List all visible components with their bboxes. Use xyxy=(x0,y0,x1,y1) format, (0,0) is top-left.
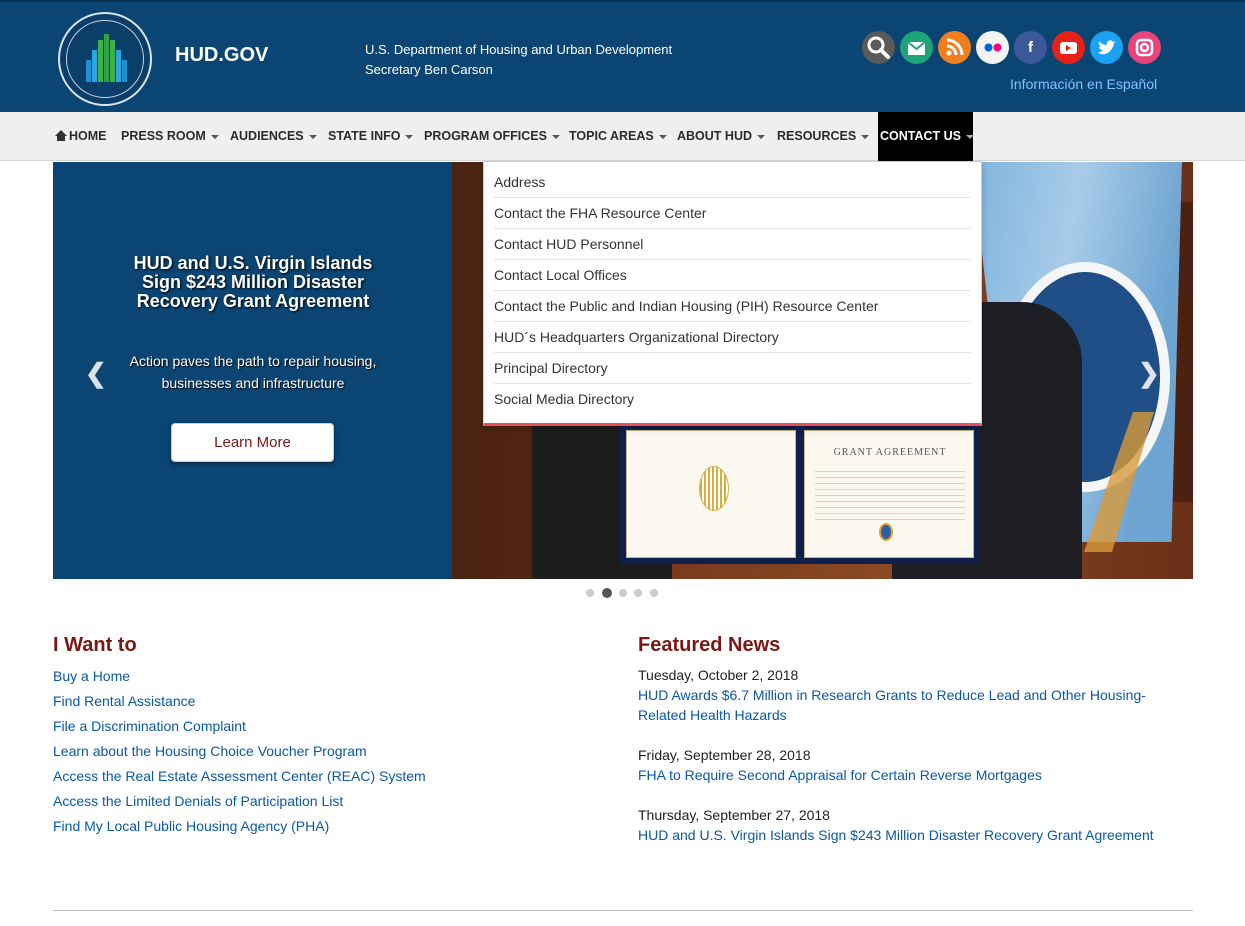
agency-line-1: U.S. Department of Housing and Urban Dev… xyxy=(365,42,673,57)
dropdown-item-address[interactable]: Address xyxy=(494,167,971,198)
dropdown-item-hq-directory[interactable]: HUD´s Headquarters Organizational Direct… xyxy=(494,322,971,353)
gold-seal-icon xyxy=(699,466,729,511)
main-nav: HOME PRESS ROOM AUDIENCES STATE INFO PRO… xyxy=(0,112,1245,161)
nav-press-room[interactable]: PRESS ROOM xyxy=(121,112,219,161)
news-item: Friday, September 28, 2018 FHA to Requir… xyxy=(638,745,1168,785)
link-reac-system[interactable]: Access the Real Estate Assessment Center… xyxy=(53,765,426,790)
carousel-prev-arrow-icon[interactable]: ❮ xyxy=(85,358,107,389)
youtube-icon[interactable] xyxy=(1052,31,1085,64)
caret-down-icon xyxy=(308,134,317,139)
nav-state-info[interactable]: STATE INFO xyxy=(328,112,414,161)
certificate-right-page: GRANT AGREEMENT xyxy=(804,430,974,558)
link-local-pha[interactable]: Find My Local Public Housing Agency (PHA… xyxy=(53,815,426,840)
i-want-to-links: Buy a Home Find Rental Assistance File a… xyxy=(53,665,426,840)
carousel-dot-active[interactable] xyxy=(602,588,612,598)
featured-news-heading: Featured News xyxy=(638,634,781,656)
nav-home[interactable]: HOME xyxy=(55,112,107,161)
nav-resources-label: RESOURCES xyxy=(777,129,857,143)
site-header: HUD.GOV U.S. Department of Housing and U… xyxy=(0,0,1245,112)
dropdown-item-fha-resource-center[interactable]: Contact the FHA Resource Center xyxy=(494,198,971,229)
carousel-dot[interactable] xyxy=(586,589,594,597)
caret-down-icon xyxy=(210,134,219,139)
news-date: Friday, September 28, 2018 xyxy=(638,747,811,763)
dropdown-item-social-media-directory[interactable]: Social Media Directory xyxy=(494,384,971,415)
nav-about-hud-label: ABOUT HUD xyxy=(677,129,752,143)
dropdown-item-pih-resource-center[interactable]: Contact the Public and Indian Housing (P… xyxy=(494,291,971,322)
carousel-dot[interactable] xyxy=(634,589,642,597)
nav-audiences-label: AUDIENCES xyxy=(230,129,304,143)
nav-home-label: HOME xyxy=(69,129,107,143)
nav-contact-us-label: CONTACT US xyxy=(880,129,962,143)
ribbon-seal-icon xyxy=(879,523,893,541)
caret-down-icon xyxy=(966,134,975,139)
certificate-text xyxy=(815,471,965,521)
nav-about-hud[interactable]: ABOUT HUD xyxy=(677,112,765,161)
nav-state-info-label: STATE INFO xyxy=(328,129,401,143)
news-headline-link[interactable]: HUD Awards $6.7 Million in Research Gran… xyxy=(638,685,1168,725)
news-headline-link[interactable]: HUD and U.S. Virgin Islands Sign $243 Mi… xyxy=(638,825,1168,845)
twitter-icon[interactable] xyxy=(1090,31,1123,64)
nav-contact-us[interactable]: CONTACT US xyxy=(878,112,975,161)
carousel-next-arrow-icon[interactable]: ❯ xyxy=(1138,358,1160,389)
dropdown-item-local-offices[interactable]: Contact Local Offices xyxy=(494,260,971,291)
learn-more-button[interactable]: Learn More xyxy=(171,423,334,462)
instagram-icon[interactable] xyxy=(1128,31,1161,64)
nav-audiences[interactable]: AUDIENCES xyxy=(230,112,317,161)
caret-down-icon xyxy=(658,134,667,139)
link-housing-choice-voucher[interactable]: Learn about the Housing Choice Voucher P… xyxy=(53,740,426,765)
agency-line-2: Secretary Ben Carson xyxy=(365,62,493,77)
caret-down-icon xyxy=(861,134,870,139)
spanish-link[interactable]: Información en Español xyxy=(1010,76,1157,92)
hero-caption-panel: HUD and U.S. Virgin Islands Sign $243 Mi… xyxy=(53,162,452,579)
news-date: Thursday, September 27, 2018 xyxy=(638,807,830,823)
news-item: Tuesday, October 2, 2018 HUD Awards $6.7… xyxy=(638,665,1168,725)
featured-news-list: Tuesday, October 2, 2018 HUD Awards $6.7… xyxy=(638,665,1168,865)
caret-down-icon xyxy=(405,134,414,139)
certificate-title: GRANT AGREEMENT xyxy=(833,447,947,458)
facebook-icon[interactable]: f xyxy=(1014,31,1047,64)
hero-title: HUD and U.S. Virgin Islands Sign $243 Mi… xyxy=(133,253,373,311)
flickr-icon[interactable] xyxy=(976,31,1009,64)
news-headline-link[interactable]: FHA to Require Second Appraisal for Cert… xyxy=(638,765,1168,785)
seal-house-graphic xyxy=(86,34,127,82)
news-item: Thursday, September 27, 2018 HUD and U.S… xyxy=(638,805,1168,845)
hero-subtitle: Action paves the path to repair housing,… xyxy=(129,353,377,391)
rss-icon[interactable] xyxy=(938,31,971,64)
home-icon xyxy=(55,130,67,141)
i-want-to-heading: I Want to xyxy=(53,634,137,656)
search-icon[interactable] xyxy=(862,31,895,64)
dropdown-item-hud-personnel[interactable]: Contact HUD Personnel xyxy=(494,229,971,260)
caret-down-icon xyxy=(551,134,560,139)
contact-us-dropdown: Address Contact the FHA Resource Center … xyxy=(483,161,982,426)
agency-name: U.S. Department of Housing and Urban Dev… xyxy=(365,40,672,80)
hud-seal-logo[interactable] xyxy=(58,12,152,106)
caret-down-icon xyxy=(757,134,765,139)
dropdown-item-principal-directory[interactable]: Principal Directory xyxy=(494,353,971,384)
nav-program-offices[interactable]: PROGRAM OFFICES xyxy=(424,112,560,161)
footer-divider xyxy=(53,910,1193,911)
nav-program-offices-label: PROGRAM OFFICES xyxy=(424,129,547,143)
certificate-left-page xyxy=(626,430,796,558)
carousel-dot[interactable] xyxy=(650,589,658,597)
link-discrimination-complaint[interactable]: File a Discrimination Complaint xyxy=(53,715,426,740)
news-date: Tuesday, October 2, 2018 xyxy=(638,667,799,683)
nav-press-room-label: PRESS ROOM xyxy=(121,129,206,143)
grant-agreement-folder: GRANT AGREEMENT xyxy=(620,424,980,564)
email-icon[interactable] xyxy=(900,31,933,64)
link-buy-home[interactable]: Buy a Home xyxy=(53,665,426,690)
nav-resources[interactable]: RESOURCES xyxy=(777,112,870,161)
carousel-dot[interactable] xyxy=(619,589,627,597)
nav-topic-areas-label: TOPIC AREAS xyxy=(569,129,654,143)
nav-topic-areas[interactable]: TOPIC AREAS xyxy=(569,112,667,161)
link-limited-denials[interactable]: Access the Limited Denials of Participat… xyxy=(53,790,426,815)
link-rental-assistance[interactable]: Find Rental Assistance xyxy=(53,690,426,715)
site-title[interactable]: HUD.GOV xyxy=(175,44,268,67)
